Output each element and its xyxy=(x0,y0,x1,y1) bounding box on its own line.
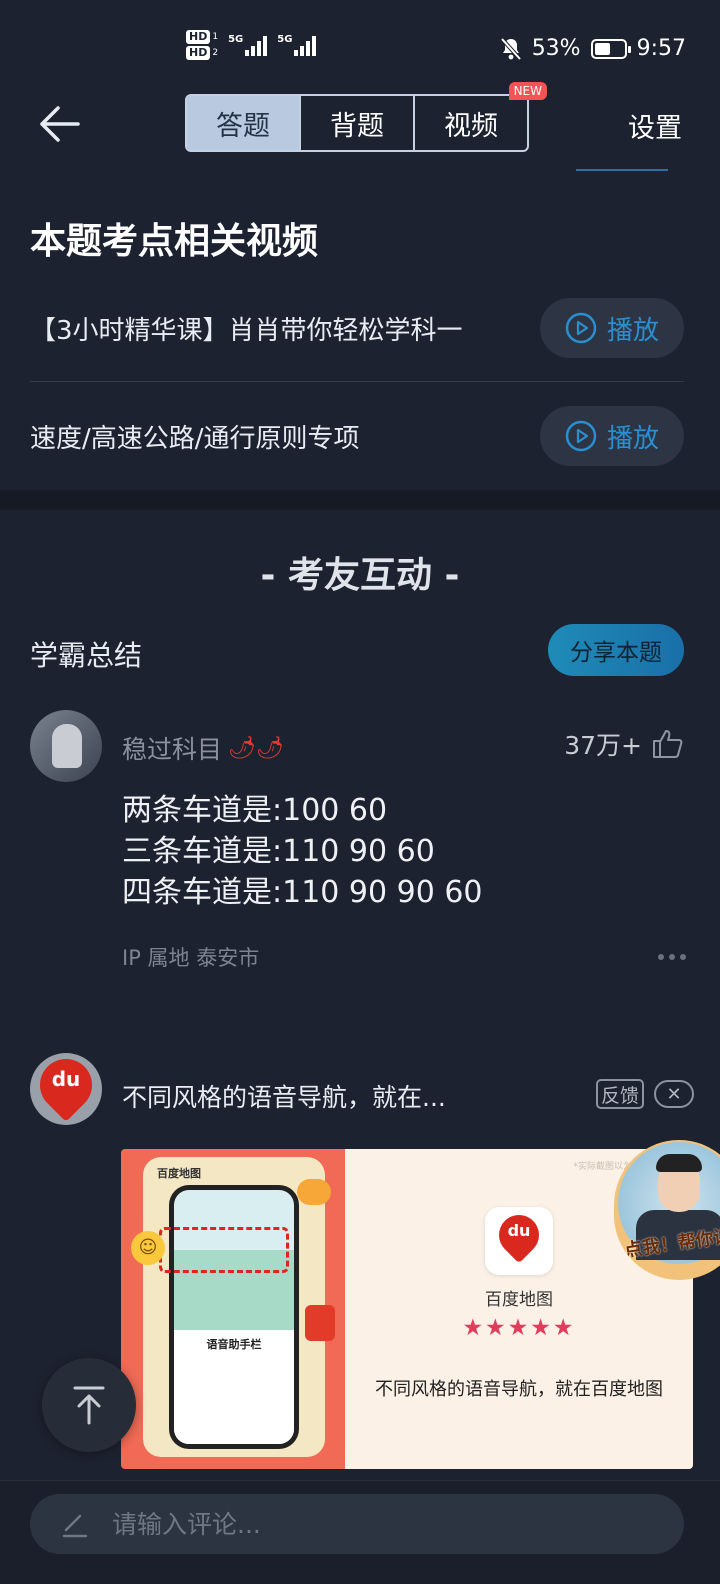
mute-bell-icon xyxy=(500,37,522,60)
tab-answer-label: 答题 xyxy=(216,110,270,142)
play-button[interactable]: 播放 xyxy=(540,298,684,358)
back-arrow-icon xyxy=(40,106,80,142)
hd2-sub: 2 xyxy=(212,48,219,58)
divider xyxy=(30,381,684,382)
play-icon xyxy=(565,420,597,452)
ad-left-brand: 百度地图 xyxy=(157,1167,201,1180)
tab-memorize[interactable]: 背题 xyxy=(301,96,415,150)
share-question-button[interactable]: 分享本题 xyxy=(548,624,684,676)
battery-percent: 53% xyxy=(531,36,581,61)
chili-icon: 🌶🌶 xyxy=(228,735,284,761)
related-videos-title: 本题考点相关视频 xyxy=(30,221,319,262)
comment-input-box[interactable] xyxy=(30,1494,684,1554)
tab-video[interactable]: 视频 NEW xyxy=(415,82,547,150)
ad-avatar[interactable]: du xyxy=(30,1053,102,1125)
ad-description: 不同风格的语音导航，就在百度地图 xyxy=(375,1379,663,1400)
back-button[interactable] xyxy=(38,104,82,144)
smile-emoji-icon: ☺ xyxy=(131,1231,165,1265)
comment-input[interactable] xyxy=(112,1509,612,1539)
pen-icon xyxy=(62,1514,88,1538)
battery-icon xyxy=(590,38,631,59)
net2-label: 5G xyxy=(277,34,293,45)
play-button[interactable]: 播放 xyxy=(540,406,684,466)
hd1-sub: 1 xyxy=(212,32,219,42)
interaction-title: - 考友互动 - xyxy=(260,555,460,596)
video-title: 速度/高速公路/通行原则专项 xyxy=(30,423,360,454)
like-count: 37万+ xyxy=(564,731,642,760)
comment-line: 四条车道是:110 90 90 60 xyxy=(122,875,483,910)
status-bar: HD 1 HD 2 5G 5G 53% 9:57 xyxy=(0,0,720,88)
thumbs-up-icon xyxy=(653,730,683,758)
back-to-top-button[interactable] xyxy=(42,1358,136,1452)
ip-location: IP 属地 泰安市 xyxy=(122,946,260,970)
new-badge: NEW xyxy=(508,82,547,100)
clock: 9:57 xyxy=(636,36,686,61)
tab-memorize-label: 背题 xyxy=(330,110,384,142)
ad-title[interactable]: 不同风格的语音导航，就在... xyxy=(122,1078,446,1114)
video-item[interactable]: 速度/高速公路/通行原则专项 播放 xyxy=(30,404,684,468)
ad-avatar-text: du xyxy=(51,1067,81,1091)
play-label: 播放 xyxy=(606,423,659,454)
username-text: 稳过科目 xyxy=(122,735,223,764)
section-separator xyxy=(0,490,720,510)
ad-banner[interactable]: 百度地图 语音助手栏 ☺ *实际截图以为准 du 百度地图 ★★★★★ 不同风格… xyxy=(121,1149,693,1469)
more-options-icon[interactable] xyxy=(658,954,686,960)
like-button[interactable]: 37万+ xyxy=(564,726,684,762)
baidu-map-app-icon: du xyxy=(485,1206,553,1275)
ad-close-button[interactable]: ✕ xyxy=(654,1080,694,1108)
settings-button[interactable]: 设置 xyxy=(628,106,682,145)
host-promo-badge[interactable]: 点我！帮你讲 xyxy=(614,1140,720,1280)
net1-label: 5G xyxy=(228,34,244,45)
ad-phone-illustration: 百度地图 语音助手栏 ☺ xyxy=(121,1149,345,1469)
avatar[interactable] xyxy=(30,710,102,782)
mode-tabs: 答题 背题 视频 NEW xyxy=(185,82,547,152)
status-right: 53% 9:57 xyxy=(500,36,686,61)
comment-body: 两条车道是:100 60 三条车道是:110 90 60 四条车道是:110 9… xyxy=(122,790,483,913)
video-item[interactable]: 【3小时精华课】肖肖带你轻松学科一 播放 xyxy=(30,296,684,360)
tab-answer[interactable]: 答题 xyxy=(187,96,301,150)
network-indicators: HD 1 HD 2 5G 5G xyxy=(186,30,317,60)
signal-icon: 5G xyxy=(277,34,317,56)
ad-feedback-button[interactable]: 反馈 xyxy=(596,1079,644,1109)
app-icon-text: du xyxy=(507,1221,531,1240)
comment-line: 三条车道是:110 90 60 xyxy=(122,834,435,869)
app-name: 百度地图 xyxy=(485,1290,553,1310)
comment-line: 两条车道是:100 60 xyxy=(122,793,388,828)
rating-stars: ★★★★★ xyxy=(462,1315,576,1341)
scroll-indicator xyxy=(576,169,668,171)
summary-label: 学霸总结 xyxy=(30,639,143,672)
red-packet-icon xyxy=(305,1305,335,1341)
arrow-up-icon xyxy=(73,1386,105,1425)
video-title: 【3小时精华课】肖肖带你轻松学科一 xyxy=(30,315,463,346)
hd2-label: HD xyxy=(186,46,211,60)
signal-icon: 5G xyxy=(228,34,268,56)
play-label: 播放 xyxy=(606,315,659,346)
play-icon xyxy=(565,312,597,344)
comment-username[interactable]: 稳过科目 🌶🌶 xyxy=(122,730,284,766)
hd1-label: HD xyxy=(186,30,211,44)
ad-voice-label: 语音助手栏 xyxy=(206,1338,262,1351)
tab-video-label: 视频 xyxy=(444,110,498,142)
